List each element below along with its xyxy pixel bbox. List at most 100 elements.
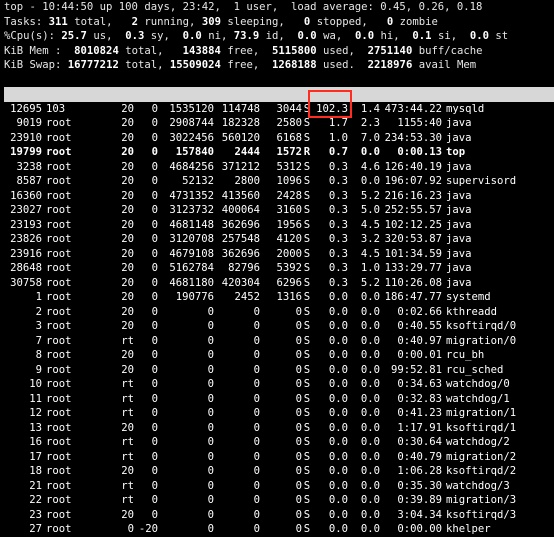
cell-pr: 20 [121, 421, 134, 434]
cell-res: 0 [253, 494, 260, 506]
terminal-window[interactable]: top - 10:44:50 up 100 days, 23:42, 1 use… [0, 0, 554, 535]
table-row[interactable]: 23910 root 20 0 3022456 560120 6168 S 1.0 7.0 234:… [4, 131, 554, 146]
table-row[interactable]: 9 root 20 0 0 0 0 S 0.0 0.0 99:52.81 rcu_sched [4, 363, 554, 378]
cell-cpu: 0.0 [328, 508, 348, 521]
table-row[interactable]: 19799 root 20 0 157840 2444 1572 R 0.7 0.0 0:00.13… [4, 145, 554, 160]
cell-user: root [46, 392, 72, 405]
cell-user: root [46, 436, 72, 448]
cell-res: 400064 [221, 204, 260, 216]
cell-pid: 2 [35, 305, 42, 318]
table-row[interactable]: 3 root 20 0 0 0 0 S 0.0 0.0 0:40.55 ksoftirqd/0 [4, 319, 554, 334]
cell-res: 0 [253, 450, 260, 463]
tasks-zombie-label: zombie [399, 15, 438, 28]
cell-state: S [303, 407, 311, 419]
cell-res: 257548 [221, 233, 260, 245]
cell-shr: 0 [295, 407, 302, 419]
cell-res: 2452 [234, 291, 260, 303]
cell-command: mysqld [446, 102, 485, 115]
cell-res: 0 [253, 479, 260, 492]
cell-time: 0:00.00 [397, 523, 442, 535]
cell-shr: 2000 [276, 247, 302, 260]
table-row[interactable]: 18 root 20 0 0 0 0 S 0.0 0.0 1:06.28 ksoftirqd/2 [4, 464, 554, 479]
cell-time: 126:40.19 [384, 160, 442, 173]
cell-mem: 0.0 [360, 291, 380, 303]
table-row[interactable]: 7 root rt 0 0 0 0 S 0.0 0.0 0:40.97 migration/0 [4, 334, 554, 349]
cell-res: 0 [253, 349, 260, 361]
cell-ni: -20 [138, 523, 158, 535]
swap-used-label: used. [323, 59, 355, 71]
cell-res: 0 [253, 421, 260, 434]
table-row[interactable]: 8 root 20 0 0 0 0 S 0.0 0.0 0:00.01 rcu_bh [4, 348, 554, 363]
table-row[interactable]: 12695 103 20 0 1535120 114748 3044 S 102.3 1.4 473… [4, 102, 554, 117]
table-row[interactable]: 12 root rt 0 0 0 0 S 0.0 0.0 0:41.23 migration/1 [4, 406, 554, 421]
cell-ni: 0 [151, 494, 158, 506]
table-row[interactable]: 9019 root 20 0 2908744 182328 2580 S 1.7 2.3 1155:… [4, 116, 554, 131]
cell-cpu: 0.3 [328, 189, 348, 202]
table-row[interactable]: 17 root rt 0 0 0 0 S 0.0 0.0 0:40.79 migration/2 [4, 450, 554, 465]
table-row[interactable]: 30758 root 20 0 4681180 420304 6296 S 0.3 5.2 110:… [4, 276, 554, 291]
cell-pid: 23910 [10, 131, 42, 144]
cell-time: 0:39.89 [397, 494, 442, 506]
cell-mem: 0.0 [360, 334, 380, 347]
table-row[interactable]: 23193 root 20 0 4681148 362696 1956 S 0.3 4.5 102:… [4, 218, 554, 233]
cell-ni: 0 [151, 175, 158, 187]
cell-cpu: 1.0 [328, 131, 348, 144]
cpu-us: 25.7 [61, 30, 87, 42]
cell-time: 102:12.25 [384, 218, 442, 231]
table-row[interactable]: 13 root 20 0 0 0 0 S 0.0 0.0 1:17.91 ksoftirqd/1 [4, 421, 554, 436]
table-row[interactable]: 28648 root 20 0 5162784 82796 5392 S 0.3 1.0 133:2… [4, 261, 554, 276]
cell-ni: 0 [151, 479, 158, 492]
cell-state: S [303, 392, 311, 405]
cell-mem: 0.0 [360, 392, 380, 405]
table-row[interactable]: 16 root rt 0 0 0 0 S 0.0 0.0 0:30.64 watchdog/2 [4, 435, 554, 450]
cell-cpu: 0.7 [328, 146, 348, 158]
table-row[interactable]: 22 root rt 0 0 0 0 S 0.0 0.0 0:39.89 migration/3 [4, 493, 554, 508]
table-row[interactable]: 23 root 20 0 0 0 0 S 0.0 0.0 3:04.34 ksoftirqd/3 [4, 508, 554, 523]
cell-pr: 20 [121, 320, 134, 332]
cell-ni: 0 [151, 276, 158, 289]
uptime-line: top - 10:44:50 up 100 days, 23:42, 1 use… [4, 1, 483, 13]
cell-cpu: 0.0 [328, 334, 348, 347]
cell-command: systemd [446, 291, 491, 303]
cell-user: root [46, 523, 72, 535]
cell-mem: 0.0 [360, 436, 380, 448]
cell-cpu: 0.3 [328, 175, 348, 187]
table-row[interactable]: 21 root rt 0 0 0 0 S 0.0 0.0 0:35.30 watchdog/3 [4, 479, 554, 494]
cell-res: 82796 [228, 262, 260, 274]
table-row[interactable]: 11 root rt 0 0 0 0 S 0.0 0.0 0:32.83 watchdog/1 [4, 392, 554, 407]
cell-state: S [303, 508, 311, 521]
cell-pr: 20 [121, 102, 134, 115]
swap-avail-label: avail Mem [418, 59, 477, 71]
table-row[interactable]: 3238 root 20 0 4684256 371212 5312 S 0.3 4.6 126:4… [4, 160, 554, 175]
cell-cpu: 0.0 [328, 494, 348, 506]
cell-pid: 27 [29, 523, 42, 535]
cell-mem: 7.0 [360, 131, 380, 144]
table-row[interactable]: 27 root 0 -20 0 0 0 S 0.0 0.0 0:00.00 khelper [4, 522, 554, 537]
cell-user: root [46, 407, 72, 419]
table-row[interactable]: 23916 root 20 0 4679108 362696 2000 S 0.3 4.5 101:… [4, 247, 554, 262]
table-row[interactable]: 10 root rt 0 0 0 0 S 0.0 0.0 0:34.63 watchdog/0 [4, 377, 554, 392]
cell-cpu: 0.0 [328, 305, 348, 318]
cell-cpu: 0.3 [328, 218, 348, 231]
cell-res: 0 [253, 508, 260, 521]
cell-user: root [46, 291, 72, 303]
cell-command: supervisord [446, 175, 517, 187]
cell-shr: 0 [295, 363, 302, 376]
table-row[interactable]: 2 root 20 0 0 0 0 S 0.0 0.0 0:02.66 kthreadd [4, 305, 554, 320]
swap-total-label: total, [125, 59, 164, 71]
cell-state: S [303, 218, 311, 231]
cell-virt: 0 [207, 465, 214, 477]
table-row[interactable]: 16360 root 20 0 4731352 413560 2428 S 0.3 5.2 216:… [4, 189, 554, 204]
cell-mem: 0.0 [360, 407, 380, 419]
tasks-total-label: total, [74, 15, 113, 28]
cell-command: khelper [446, 523, 491, 535]
table-row[interactable]: 23027 root 20 0 3123732 400064 3160 S 0.3 5.0 252:… [4, 203, 554, 218]
cell-time: 0:00.01 [397, 349, 442, 361]
table-row[interactable]: 1 root 20 0 190776 2452 1316 S 0.0 0.0 186:47.77 sy… [4, 290, 554, 305]
cell-pid: 21 [29, 479, 42, 492]
table-row[interactable]: 8587 root 20 0 52132 2800 1096 S 0.3 0.0 196:07.92… [4, 174, 554, 189]
table-row[interactable]: 23826 root 20 0 3120708 257548 4120 S 0.3 3.2 320:… [4, 232, 554, 247]
cell-time: 0:35.30 [397, 479, 442, 492]
cell-pid: 10 [29, 378, 42, 390]
